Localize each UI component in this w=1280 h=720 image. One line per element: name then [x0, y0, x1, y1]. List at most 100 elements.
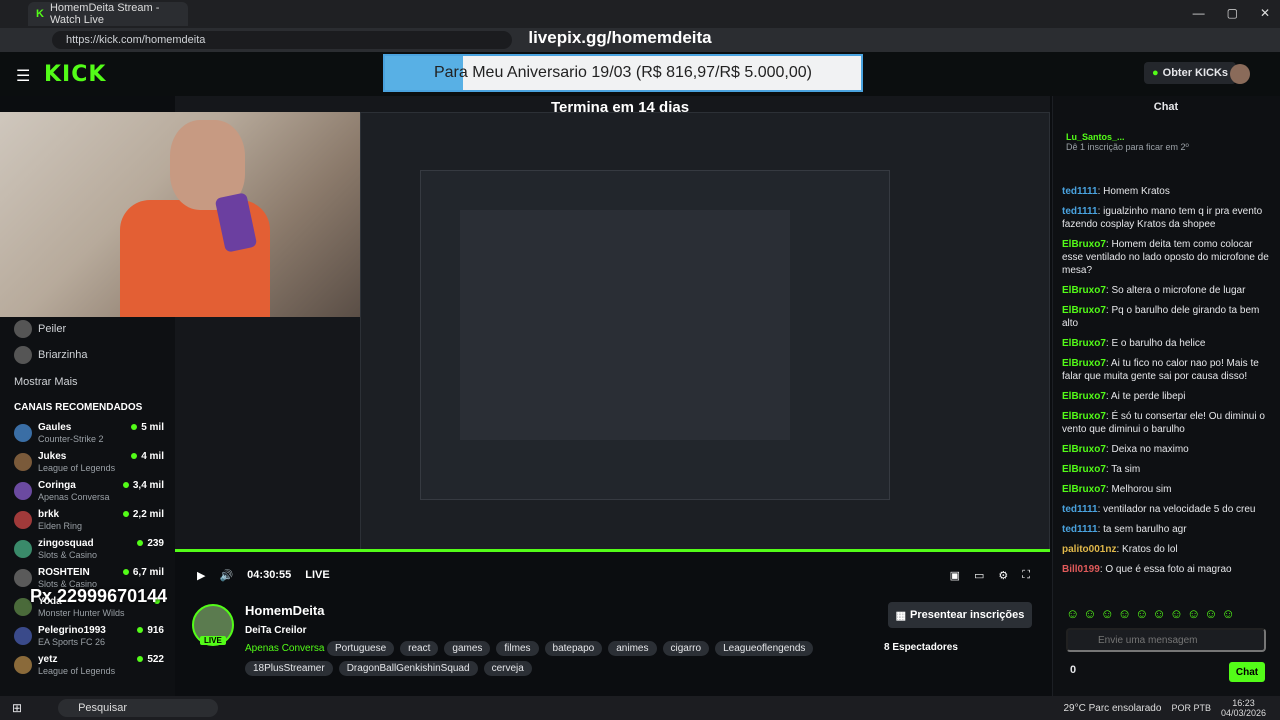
- chat-title: Chat: [1153, 101, 1179, 113]
- goal-text: Para Meu Aniversario 19/03 (R$ 816,97/R$…: [433, 64, 812, 81]
- show-more-link[interactable]: Mostrar Mais: [14, 376, 78, 388]
- pinned-text: Dê 1 inscrição para ficar em 2º: [1066, 142, 1189, 152]
- user-avatar[interactable]: [1230, 64, 1250, 84]
- emote-icon[interactable]: ☺: [1066, 606, 1079, 621]
- emote-icon[interactable]: ☺: [1204, 606, 1217, 621]
- clip-icon[interactable]: ▣: [950, 569, 960, 582]
- stream-tag[interactable]: Portuguese: [327, 641, 395, 656]
- gift-subs-button[interactable]: ▦ Presentear inscrições: [888, 602, 1032, 628]
- chat-text: So altera o microfone de lugar: [1111, 285, 1246, 296]
- chat-username[interactable]: ElBruxo7: [1062, 239, 1106, 250]
- chat-message: ElBruxo7: É só tu consertar ele! Ou dimi…: [1062, 410, 1270, 436]
- volume-icon[interactable]: 🔊: [219, 569, 233, 582]
- chat-username[interactable]: ted1111: [1062, 186, 1098, 197]
- recommended-channel[interactable]: zingosquad Slots & Casino 239: [14, 538, 164, 568]
- windows-start-icon[interactable]: ⊞: [12, 701, 22, 715]
- kick-logo[interactable]: KICK: [44, 62, 106, 87]
- chat-message: ted1111: igualzinho mano tem q ir pra ev…: [1062, 205, 1270, 231]
- taskbar-search[interactable]: Pesquisar: [58, 699, 219, 717]
- stream-category[interactable]: Apenas Conversa: [245, 643, 325, 654]
- chat-username[interactable]: ElBruxo7: [1062, 358, 1106, 369]
- tag-list: Portuguese react games filmes batepapo animes…: [327, 641, 814, 656]
- chat-input[interactable]: [1066, 628, 1266, 652]
- channel-category: Slots & Casino: [38, 550, 98, 560]
- stream-tag[interactable]: filmes: [496, 641, 539, 656]
- emote-icon[interactable]: ☺: [1187, 606, 1200, 621]
- channel-viewers: 239: [137, 538, 164, 549]
- chat-username[interactable]: ElBruxo7: [1062, 305, 1106, 316]
- avatar: [14, 656, 32, 674]
- language-indicator[interactable]: POR PTB: [1171, 703, 1211, 713]
- emote-icon[interactable]: ☺: [1222, 606, 1235, 621]
- pinned-user: Lu_Santos_...: [1066, 132, 1125, 142]
- stream-tag[interactable]: cerveja: [483, 661, 532, 676]
- recommended-channel[interactable]: Coringa Apenas Conversa 3,4 mil: [14, 480, 164, 510]
- play-icon[interactable]: ▶: [197, 569, 205, 582]
- get-kicks-button[interactable]: ● Obter KICKs: [1144, 62, 1237, 84]
- chat-text: Ta sim: [1111, 464, 1141, 475]
- live-label: LIVE: [305, 569, 330, 581]
- theater-icon[interactable]: ▭: [974, 569, 984, 582]
- stream-tag[interactable]: cigarro: [662, 641, 710, 656]
- clock[interactable]: 16:23 04/03/2026: [1221, 698, 1266, 718]
- chat-username[interactable]: ElBruxo7: [1062, 484, 1106, 495]
- emote-icon[interactable]: ☺: [1083, 606, 1096, 621]
- channel-category: Elden Ring: [38, 521, 83, 531]
- recommended-channel[interactable]: Pelegrino1993 EA Sports FC 26 916: [14, 625, 164, 655]
- recommended-title: CANAIS RECOMENDADOS: [14, 402, 143, 413]
- chat-text: Ai te perde libepi: [1110, 391, 1186, 402]
- chat-username[interactable]: ElBruxo7: [1062, 464, 1106, 475]
- recommended-channel[interactable]: Gaules Counter-Strike 2 5 mil: [14, 422, 164, 452]
- stream-tag[interactable]: DragonBallGenkishinSquad: [338, 661, 478, 676]
- chat-username[interactable]: ted1111: [1062, 206, 1098, 217]
- stream-tag[interactable]: react: [400, 641, 439, 656]
- minimize-button[interactable]: —: [1193, 6, 1205, 20]
- browser-tab[interactable]: K HomemDeita Stream - Watch Live: [28, 2, 188, 26]
- channel-name: yetz: [38, 654, 58, 665]
- url-field[interactable]: https://kick.com/homemdeita: [52, 31, 512, 49]
- recommended-channel[interactable]: yetz League of Legends 522: [14, 654, 164, 684]
- recommended-channel[interactable]: Jukes League of Legends 4 mil: [14, 451, 164, 481]
- streamer-name[interactable]: HomemDeita: [245, 603, 324, 618]
- chat-username[interactable]: ElBruxo7: [1062, 285, 1106, 296]
- stream-tag[interactable]: Leagueoflengends: [715, 641, 814, 656]
- stream-tag[interactable]: games: [444, 641, 491, 656]
- chat-username[interactable]: ElBruxo7: [1062, 444, 1106, 455]
- channel-name: Jukes: [38, 451, 67, 462]
- followed-channel[interactable]: Briarzinha: [14, 346, 88, 364]
- emote-icon[interactable]: ☺: [1152, 606, 1165, 621]
- maximize-button[interactable]: ▢: [1227, 6, 1238, 20]
- chat-messages: ted1111: Homem Kratos ted1111: igualzinho…: [1062, 185, 1270, 583]
- chat-username[interactable]: ElBruxo7: [1062, 411, 1106, 422]
- settings-icon[interactable]: ⚙: [998, 569, 1008, 582]
- stream-tag[interactable]: batepapo: [544, 641, 603, 656]
- chat-text: ventilador na velocidade 5 do creu: [1103, 504, 1256, 515]
- emote-icon[interactable]: ☺: [1101, 606, 1114, 621]
- live-progress-bar[interactable]: [175, 549, 1050, 552]
- avatar: [14, 511, 32, 529]
- stream-tag[interactable]: animes: [608, 641, 657, 656]
- menu-icon[interactable]: ☰: [16, 66, 30, 86]
- emote-icon[interactable]: ☺: [1170, 606, 1183, 621]
- chat-message: ElBruxo7: Ai te perde libepi: [1062, 390, 1270, 403]
- chat-username[interactable]: ElBruxo7: [1062, 338, 1106, 349]
- avatar: [14, 627, 32, 645]
- avatar: [14, 320, 32, 338]
- chat-username[interactable]: ElBruxo7: [1062, 391, 1106, 402]
- chat-username[interactable]: ted1111: [1062, 504, 1098, 515]
- weather-widget[interactable]: 29°C Parc ensolarado: [1063, 703, 1161, 714]
- chat-username[interactable]: Bill0199: [1062, 564, 1100, 575]
- emote-icon[interactable]: ☺: [1135, 606, 1148, 621]
- close-button[interactable]: ✕: [1260, 6, 1270, 20]
- channel-category: EA Sports FC 26: [38, 637, 106, 647]
- fullscreen-icon[interactable]: ⛶: [1022, 569, 1030, 582]
- live-badge: LIVE: [200, 636, 226, 645]
- video-content-nested-screen-2: [460, 210, 790, 440]
- emote-icon[interactable]: ☺: [1118, 606, 1131, 621]
- recommended-channel[interactable]: brkk Elden Ring 2,2 mil: [14, 509, 164, 539]
- followed-channel[interactable]: Peiler: [14, 320, 66, 338]
- chat-username[interactable]: palito001nz: [1062, 544, 1116, 555]
- chat-username[interactable]: ted1111: [1062, 524, 1098, 535]
- chat-send-button[interactable]: Chat: [1229, 662, 1265, 682]
- stream-tag[interactable]: 18PlusStreamer: [245, 661, 333, 676]
